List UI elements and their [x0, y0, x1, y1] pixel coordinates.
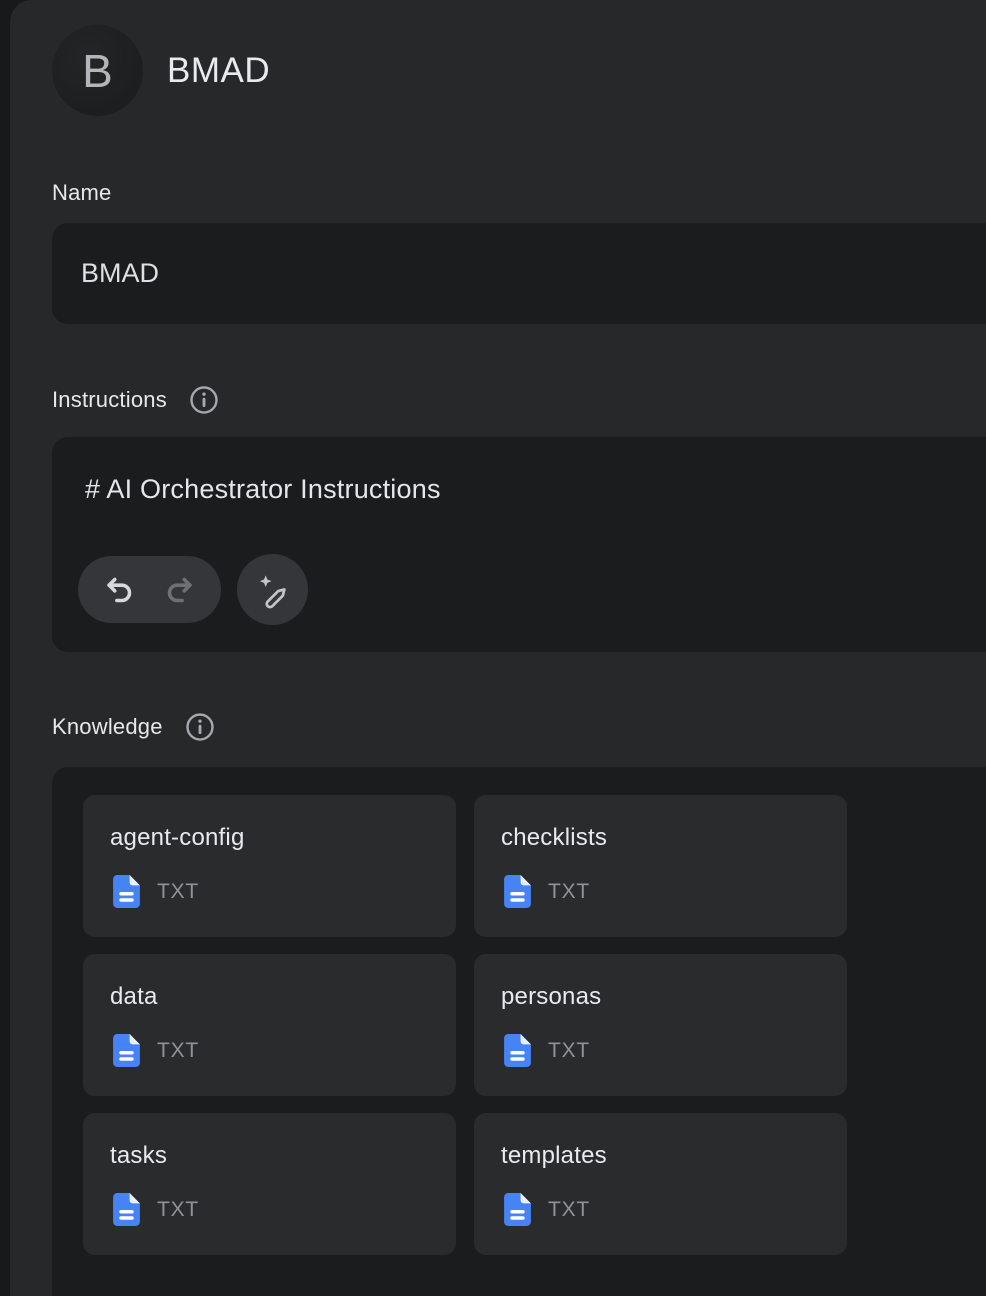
page-title: BMAD — [167, 51, 270, 91]
name-label: Name — [52, 180, 986, 206]
redo-icon — [163, 573, 197, 607]
file-name: templates — [501, 1142, 847, 1170]
pencil-sparkle-icon — [254, 571, 292, 609]
gem-header: B BMAD — [52, 0, 986, 116]
knowledge-label-row: Knowledge — [52, 712, 986, 742]
txt-document-icon — [504, 875, 531, 908]
file-name: checklists — [501, 824, 847, 852]
file-type: TXT — [157, 1198, 199, 1222]
file-name: data — [110, 983, 456, 1011]
undo-redo-group — [78, 556, 221, 623]
knowledge-info-icon[interactable] — [185, 712, 215, 742]
instructions-text: # AI Orchestrator Instructions — [85, 474, 986, 505]
info-icon — [189, 385, 219, 415]
txt-document-icon — [504, 1034, 531, 1067]
knowledge-file-card[interactable]: agent-config TXT — [83, 795, 456, 937]
name-input[interactable]: BMAD — [52, 223, 986, 324]
knowledge-files-grid: agent-config TXT checklists — [83, 795, 986, 1255]
file-name: tasks — [110, 1142, 456, 1170]
knowledge-panel: agent-config TXT checklists — [52, 767, 986, 1296]
file-type: TXT — [157, 880, 199, 904]
file-meta-row: TXT — [504, 875, 847, 908]
txt-document-icon — [113, 1034, 140, 1067]
knowledge-file-card[interactable]: personas TXT — [474, 954, 847, 1096]
instructions-editor[interactable]: # AI Orchestrator Instructions — [52, 437, 986, 652]
txt-document-icon — [504, 1193, 531, 1226]
undo-button[interactable] — [102, 573, 136, 607]
instructions-toolbar — [78, 554, 986, 625]
instructions-label: Instructions — [52, 387, 167, 413]
gem-editor-screen: B BMAD Name BMAD Instructions # AI Orche… — [0, 0, 986, 1296]
avatar: B — [52, 25, 143, 116]
knowledge-label: Knowledge — [52, 714, 163, 740]
file-type: TXT — [548, 1198, 590, 1222]
file-type: TXT — [157, 1039, 199, 1063]
left-edge-strip — [0, 0, 10, 1296]
file-meta-row: TXT — [113, 1193, 456, 1226]
knowledge-file-card[interactable]: checklists TXT — [474, 795, 847, 937]
txt-document-icon — [113, 875, 140, 908]
file-name: agent-config — [110, 824, 456, 852]
instructions-info-icon[interactable] — [189, 385, 219, 415]
file-meta-row: TXT — [504, 1034, 847, 1067]
file-meta-row: TXT — [113, 1034, 456, 1067]
avatar-letter: B — [82, 48, 113, 94]
file-name: personas — [501, 983, 847, 1011]
file-type: TXT — [548, 1039, 590, 1063]
undo-icon — [102, 573, 136, 607]
file-meta-row: TXT — [113, 875, 456, 908]
file-meta-row: TXT — [504, 1193, 847, 1226]
info-icon — [185, 712, 215, 742]
knowledge-file-card[interactable]: tasks TXT — [83, 1113, 456, 1255]
name-input-value: BMAD — [81, 258, 159, 289]
knowledge-file-card[interactable]: templates TXT — [474, 1113, 847, 1255]
instructions-label-row: Instructions — [52, 385, 986, 415]
txt-document-icon — [113, 1193, 140, 1226]
knowledge-file-card[interactable]: data TXT — [83, 954, 456, 1096]
rewrite-with-ai-button[interactable] — [237, 554, 308, 625]
file-type: TXT — [548, 880, 590, 904]
gem-editor-panel: B BMAD Name BMAD Instructions # AI Orche… — [10, 0, 986, 1296]
redo-button[interactable] — [163, 573, 197, 607]
